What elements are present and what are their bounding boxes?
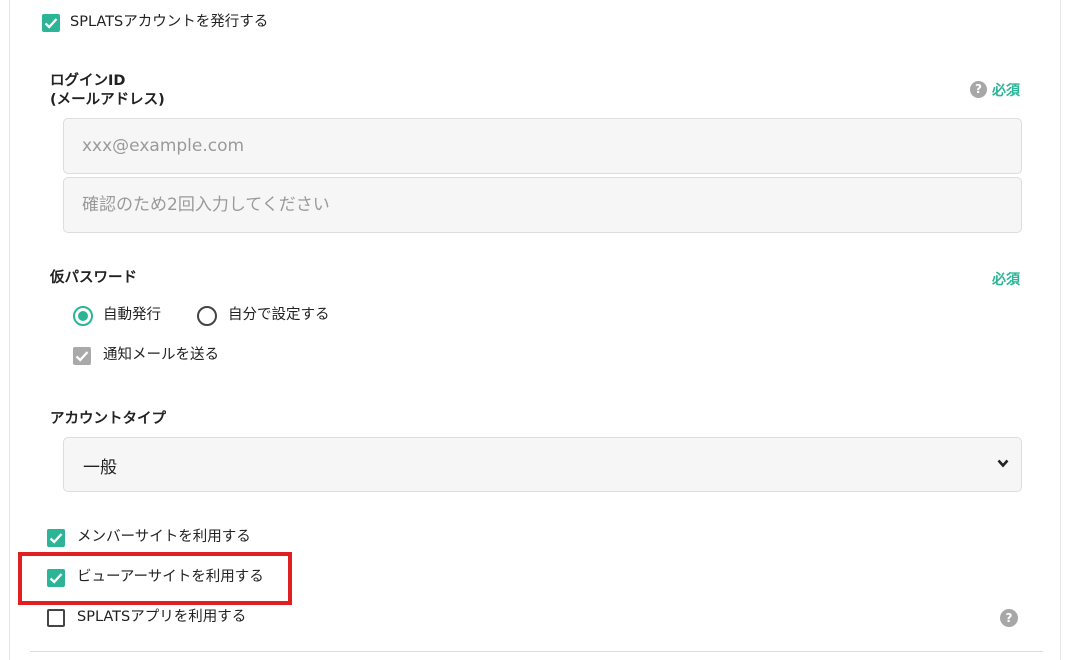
self-set-label: 自分で設定する: [228, 307, 330, 323]
account-type-title: アカウントタイプ: [50, 411, 166, 427]
member-site-checkbox[interactable]: [47, 529, 65, 547]
question-circle-icon[interactable]: ?: [970, 81, 987, 98]
email-input[interactable]: [63, 118, 1022, 174]
account-type-select[interactable]: 一般: [63, 437, 1022, 492]
account-type-value: 一般: [83, 458, 117, 478]
login-id-subtitle: (メールアドレス): [50, 92, 165, 108]
issue-account-checkbox[interactable]: [42, 14, 60, 32]
splats-app-label: SPLATSアプリを利用する: [77, 609, 247, 625]
temp-password-required-badge: 必須: [992, 272, 1020, 288]
login-id-required-badge: 必須: [992, 83, 1020, 99]
question-circle-icon[interactable]: ?: [1000, 609, 1018, 627]
splats-app-checkbox[interactable]: [47, 609, 65, 627]
divider: [30, 651, 1043, 652]
notify-mail-checkbox[interactable]: [73, 347, 91, 365]
chevron-down-icon: [997, 459, 1009, 468]
notify-mail-label: 通知メールを送る: [103, 347, 219, 363]
check-icon: [44, 18, 58, 29]
member-site-label: メンバーサイトを利用する: [77, 529, 251, 545]
highlight-box: [18, 552, 292, 605]
check-icon: [75, 351, 89, 362]
email-confirm-input[interactable]: [63, 177, 1022, 233]
temp-password-title: 仮パスワード: [50, 270, 137, 286]
auto-issue-label: 自動発行: [103, 307, 161, 323]
self-set-radio[interactable]: [197, 306, 217, 326]
check-icon: [49, 533, 63, 544]
issue-account-label: SPLATSアカウントを発行する: [70, 14, 269, 30]
auto-issue-radio[interactable]: [73, 306, 93, 326]
login-id-title: ログインID: [50, 73, 126, 89]
